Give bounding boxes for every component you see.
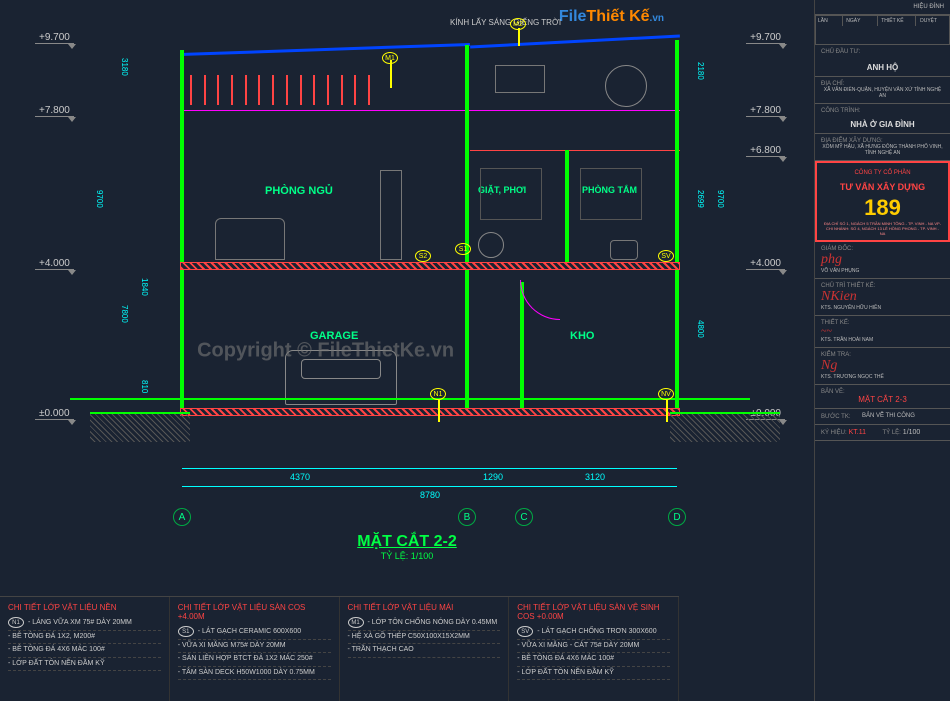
washing-machine [478, 232, 504, 258]
dimension: 2699 [696, 190, 705, 208]
drawing-canvas[interactable]: FileThiết Kế.vn +9.700 +7.800 +4.000 ±0.… [0, 0, 815, 701]
note-column-1: CHI TIẾT LỚP VẬT LIỆU NỀN N1- LÁNG VỮA X… [0, 597, 170, 701]
int-wall [465, 45, 469, 410]
drawing-title: MẶT CẮT 2-2 TỶ LỆ: 1/100 [357, 533, 457, 561]
callout-leader [666, 400, 668, 422]
callout-sv: SV [658, 250, 674, 262]
window [480, 168, 542, 220]
car-outline [285, 350, 397, 405]
ext-wall [180, 50, 184, 410]
toilet [610, 240, 638, 260]
elev-mark: +7.800 [746, 105, 785, 117]
dimension: 8780 [390, 490, 470, 500]
dimension: 4800 [696, 320, 705, 338]
dim-line [182, 486, 677, 487]
ground-line [70, 398, 750, 400]
signature-icon: ~~ [821, 326, 944, 337]
ground-hatch [670, 412, 780, 442]
grid-bubble-b: B [458, 508, 476, 526]
signature-icon: NKien [821, 289, 944, 305]
grid-bubble-a: A [173, 508, 191, 526]
grid-bubble-d: D [668, 508, 686, 526]
floor-slab-l2 [180, 262, 680, 270]
note-column-4: CHI TIẾT LỚP VẬT LIỆU SÀN VỆ SINH COS +0… [509, 597, 679, 701]
dimension: 1840 [140, 278, 149, 296]
dimension: 3180 [120, 58, 129, 76]
section-drawing: +9.700 +7.800 +4.000 ±0.000 +9.700 +7.80… [10, 10, 810, 530]
signature-icon: Ng [821, 358, 944, 374]
skylight-label: KÍNH LẤY SÁNG GIẾNG TRỜI [450, 18, 561, 27]
dimension: 4370 [260, 472, 340, 482]
elev-mark: +9.700 [746, 32, 785, 44]
elev-mark: +4.000 [35, 258, 74, 270]
note-column-3: CHI TIẾT LỚP VẬT LIỆU MÁI M1- LỚP TÔN CH… [340, 597, 510, 701]
ceiling-line [180, 110, 680, 111]
int-wall [520, 282, 524, 410]
room-label-storage: KHO [570, 330, 594, 342]
room-label-garage: GARAGE [310, 330, 358, 342]
dim-line [182, 468, 677, 469]
slab-line [470, 150, 680, 151]
dimension: 3120 [565, 472, 625, 482]
ac-unit [495, 65, 545, 93]
elev-mark: +4.000 [746, 258, 785, 270]
title-block: HIỆU ĐÍNH LẦN NGÀY THIẾT KẾ DUYỆT CHỦ ĐẦ… [815, 0, 950, 701]
callout-nv: NV [658, 388, 674, 400]
roof-line [470, 35, 680, 49]
revision-header: LẦN NGÀY THIẾT KẾ DUYỆT [815, 15, 950, 45]
elev-mark: +9.700 [35, 32, 74, 44]
window [580, 168, 642, 220]
elev-mark: +6.800 [746, 145, 785, 157]
ground-hatch [90, 412, 190, 442]
signature-icon: phg [821, 252, 944, 268]
door-arc [520, 280, 560, 320]
wardrobe [380, 170, 402, 260]
callout-leader [518, 28, 520, 46]
material-notes: CHI TIẾT LỚP VẬT LIỆU NỀN N1- LÁNG VỮA X… [0, 596, 679, 701]
floor-slab-ground [180, 408, 680, 416]
elev-mark: ±0.000 [35, 408, 74, 420]
room-label-bedroom: PHÒNG NGỦ [265, 185, 333, 197]
callout-s1: S1 [455, 243, 471, 255]
dimension: 1290 [468, 472, 518, 482]
callout-n1: N1 [430, 388, 446, 400]
callout-leader [390, 60, 392, 88]
note-column-2: CHI TIẾT LỚP VẬT LIỆU SÀN COS +4.00M S1-… [170, 597, 340, 701]
dimension: 7800 [120, 305, 129, 323]
dimension: 9700 [95, 190, 104, 208]
callout-leader [438, 400, 440, 422]
int-wall [565, 150, 569, 265]
bed-headboard [215, 218, 285, 260]
dimension: 2180 [696, 62, 705, 80]
callout-s2: S2 [415, 250, 431, 262]
grid-bubble-c: C [515, 508, 533, 526]
dimension: 9700 [716, 190, 725, 208]
water-tank [605, 65, 647, 107]
ext-wall [675, 40, 679, 410]
elev-mark: +7.800 [35, 105, 74, 117]
railing [190, 75, 370, 105]
dimension: 810 [140, 380, 149, 393]
roof-line [180, 43, 470, 56]
